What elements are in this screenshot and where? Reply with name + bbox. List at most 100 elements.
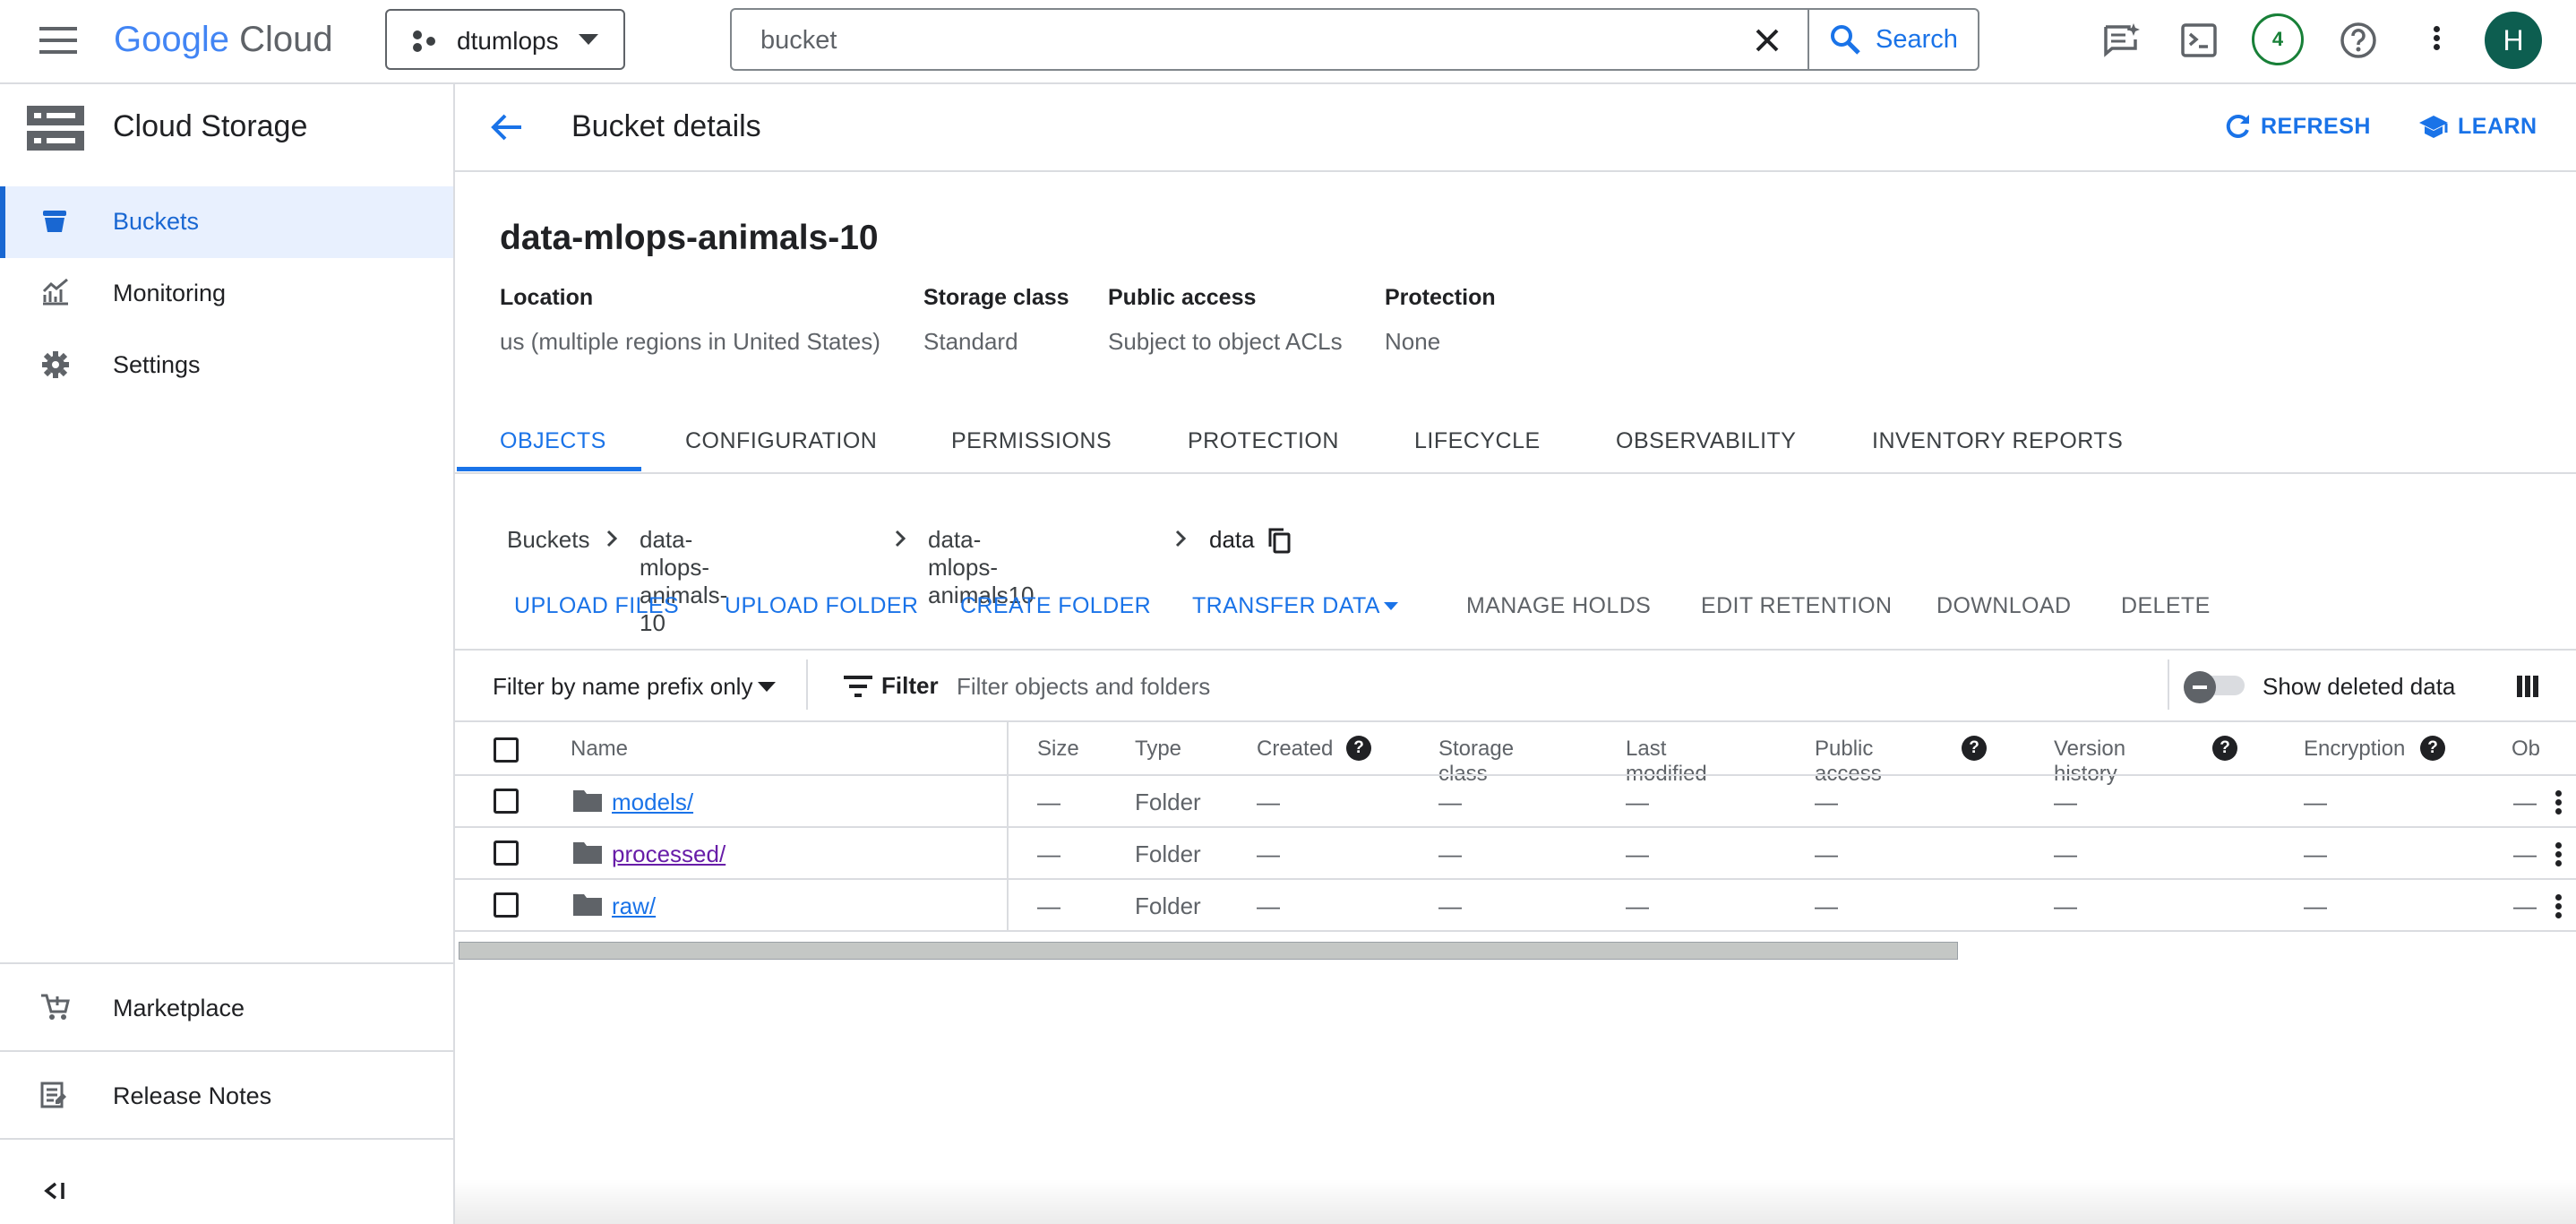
cloud-shell-icon[interactable] <box>2181 23 2217 57</box>
back-arrow-icon[interactable] <box>489 113 525 142</box>
sidebar-item-settings[interactable]: Settings <box>0 330 453 401</box>
cell-storage-class: — <box>1438 789 1462 815</box>
row-menu-icon[interactable] <box>2555 892 2562 921</box>
refresh-label: REFRESH <box>2261 114 2371 139</box>
tab-configuration[interactable]: CONFIGURATION <box>685 428 877 454</box>
upload-folder-button[interactable]: UPLOAD FOLDER <box>725 593 918 619</box>
horizontal-scrollbar[interactable] <box>459 942 1958 960</box>
tab-lifecycle[interactable]: LIFECYCLE <box>1414 428 1541 454</box>
cell-size: — <box>1037 892 1060 919</box>
sidebar-item-marketplace[interactable]: Marketplace <box>0 964 453 1050</box>
column-header-created[interactable]: Created <box>1257 737 1333 762</box>
sidebar-item-release-notes[interactable]: Release Notes <box>0 1052 453 1138</box>
row-menu-icon[interactable] <box>2555 840 2562 869</box>
filter-input[interactable]: Filter objects and folders <box>957 673 1210 701</box>
cell-public-access: — <box>1815 840 1838 867</box>
main-menu-icon[interactable] <box>39 25 77 56</box>
delete-button[interactable]: DELETE <box>2121 593 2211 619</box>
top-bar: Google Cloud dtumlops bucket Search 4 H <box>0 0 2576 84</box>
page-title: Bucket details <box>571 109 761 143</box>
table-row[interactable]: processed/ — Folder — — — — — — — <box>455 828 2576 878</box>
filter-bottom-divider <box>455 720 2576 722</box>
cart-icon <box>39 993 70 1021</box>
search-box[interactable]: bucket Search <box>730 8 1979 71</box>
chevron-right-icon <box>894 529 906 548</box>
help-icon[interactable] <box>2340 22 2377 59</box>
filter-divider <box>806 659 808 710</box>
search-button[interactable]: Search <box>1807 10 1978 69</box>
folder-link[interactable]: raw/ <box>612 892 656 920</box>
select-all-checkbox[interactable] <box>494 737 519 763</box>
help-icon[interactable]: ? <box>2420 736 2445 761</box>
row-divider <box>455 930 2576 932</box>
column-header-type[interactable]: Type <box>1135 737 1181 762</box>
tab-observability[interactable]: OBSERVABILITY <box>1616 428 1796 454</box>
google-cloud-logo[interactable]: Google Cloud <box>114 20 333 60</box>
cell-type: Folder <box>1135 789 1201 815</box>
edit-retention-button[interactable]: EDIT RETENTION <box>1701 593 1893 619</box>
breadcrumb-current: data <box>1209 526 1255 553</box>
cell-encryption: — <box>2304 840 2327 867</box>
search-input[interactable]: bucket <box>760 26 837 56</box>
column-header-ob[interactable]: Ob <box>2512 737 2540 762</box>
avatar[interactable]: H <box>2485 12 2542 69</box>
upload-files-button[interactable]: UPLOAD FILES <box>514 593 679 619</box>
more-options-icon[interactable] <box>2434 23 2440 53</box>
cell-created: — <box>1257 840 1280 867</box>
sidebar-item-label: Marketplace <box>113 995 245 1021</box>
create-folder-button[interactable]: CREATE FOLDER <box>960 593 1151 619</box>
help-icon[interactable]: ? <box>1346 736 1371 761</box>
sidebar-item-label: Buckets <box>113 208 200 235</box>
sidebar-item-buckets[interactable]: Buckets <box>0 186 453 258</box>
folder-link[interactable]: processed/ <box>612 840 726 868</box>
show-deleted-toggle[interactable] <box>2184 671 2248 703</box>
project-name: dtumlops <box>457 27 559 55</box>
column-header-size[interactable]: Size <box>1037 737 1079 762</box>
help-icon[interactable]: ? <box>1962 736 1987 761</box>
project-picker[interactable]: dtumlops <box>385 9 625 70</box>
tab-objects[interactable]: OBJECTS <box>500 428 606 454</box>
release-notes-icon <box>39 1081 68 1109</box>
notifications-badge[interactable]: 4 <box>2252 13 2304 65</box>
cell-version-history: — <box>2054 840 2077 867</box>
table-row[interactable]: models/ — Folder — — — — — — — <box>455 776 2576 826</box>
cell-encryption: — <box>2304 892 2327 919</box>
row-checkbox[interactable] <box>494 789 519 814</box>
column-display-icon[interactable] <box>2517 676 2538 697</box>
cell-last-modified: — <box>1626 840 1649 867</box>
column-header-name[interactable]: Name <box>571 737 628 762</box>
feedback-icon[interactable] <box>2103 22 2141 59</box>
copy-icon[interactable] <box>1267 527 1292 554</box>
help-icon[interactable]: ? <box>2212 736 2237 761</box>
storage-class-value: Standard <box>923 328 1018 355</box>
sidebar-item-monitoring[interactable]: Monitoring <box>0 258 453 330</box>
cell-storage-class: — <box>1438 840 1462 867</box>
breadcrumb-bucket[interactable]: data-mlops-animals-10 <box>640 526 727 637</box>
breadcrumb-buckets[interactable]: Buckets <box>507 526 590 554</box>
table-row[interactable]: raw/ — Folder — — — — — — — <box>455 880 2576 930</box>
download-button[interactable]: DOWNLOAD <box>1936 593 2071 619</box>
row-menu-icon[interactable] <box>2555 788 2562 817</box>
filter-icon[interactable] <box>844 676 872 697</box>
active-tab-indicator <box>457 467 641 471</box>
filter-prefix-select[interactable]: Filter by name prefix only <box>493 670 779 703</box>
column-header-encryption[interactable]: Encryption <box>2304 737 2405 762</box>
logo-cloud-text: Cloud <box>239 20 333 59</box>
show-deleted-label: Show deleted data <box>2263 673 2456 700</box>
tab-inventory-reports[interactable]: INVENTORY REPORTS <box>1872 428 2123 454</box>
transfer-data-button[interactable]: TRANSFER DATA <box>1192 593 1407 622</box>
row-checkbox[interactable] <box>494 892 519 918</box>
manage-holds-button[interactable]: MANAGE HOLDS <box>1466 593 1651 619</box>
chevron-right-icon <box>1174 529 1187 548</box>
school-icon <box>2418 114 2449 141</box>
sidebar-item-label: Release Notes <box>113 1082 272 1109</box>
row-checkbox[interactable] <box>494 840 519 866</box>
bottom-shadow <box>455 1179 2576 1224</box>
folder-link[interactable]: models/ <box>612 789 693 816</box>
collapse-sidebar-icon[interactable] <box>43 1181 66 1201</box>
tab-permissions[interactable]: PERMISSIONS <box>951 428 1112 454</box>
project-icon <box>410 29 439 54</box>
tab-protection[interactable]: PROTECTION <box>1188 428 1339 454</box>
clear-search-icon[interactable] <box>1756 29 1779 52</box>
location-label: Location <box>500 285 594 310</box>
